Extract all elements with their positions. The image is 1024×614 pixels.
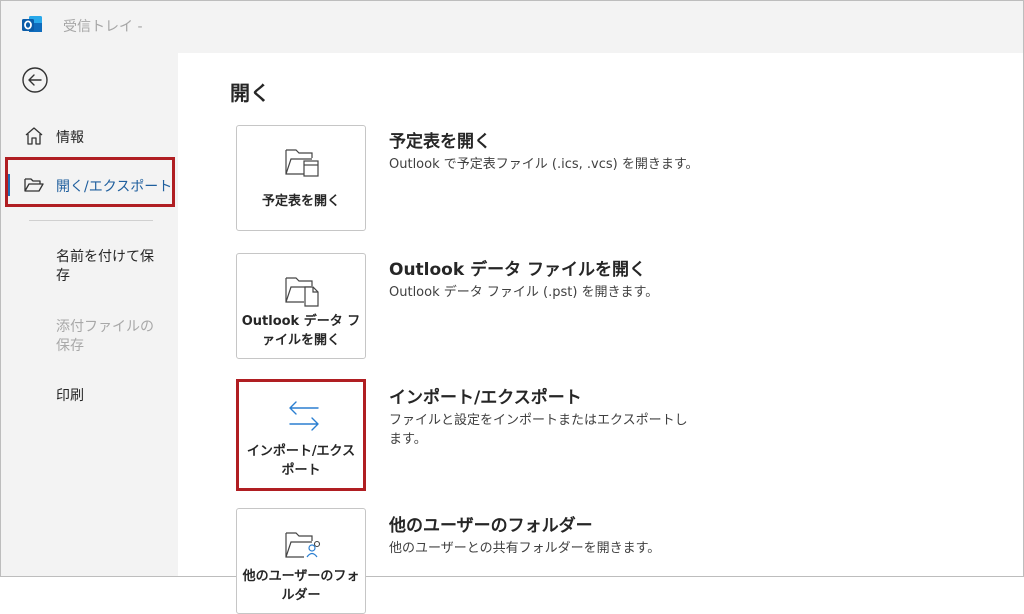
backstage-sidebar: 情報 開く/エクスポート 名前を付けて保存 添付ファイルの保存 印刷	[1, 53, 178, 576]
option-title: Outlook データ ファイルを開く	[389, 260, 647, 280]
tile-label: 他のユーザーのフォルダー	[242, 569, 360, 603]
tile-label: 予定表を開く	[261, 194, 340, 209]
option-description: 他のユーザーとの共有フォルダーを開きます。	[389, 541, 661, 556]
tile-label: Outlook データ ファイルを開く	[241, 314, 361, 348]
sidebar-item-print[interactable]: 印刷	[56, 387, 166, 406]
other-user-folder-tile[interactable]: 他のユーザーのフォルダー	[236, 508, 366, 614]
sidebar-item-save-attachments: 添付ファイルの保存	[56, 319, 154, 354]
page-title: 開く	[230, 81, 270, 105]
open-data-file-tile[interactable]: Outlook データ ファイルを開く	[236, 253, 366, 359]
sidebar-item-label: 情報	[56, 130, 84, 146]
option-title: 予定表を開く	[389, 132, 491, 152]
tile-label: インポート/エクスポート	[246, 444, 356, 478]
sidebar-item-save-as[interactable]: 名前を付けて保存	[56, 248, 166, 286]
window-title: 受信トレイ -	[63, 19, 143, 35]
home-icon	[25, 127, 43, 145]
import-export-arrows-icon	[289, 401, 319, 431]
open-calendar-tile[interactable]: 予定表を開く	[236, 125, 366, 231]
option-title: 他のユーザーのフォルダー	[389, 516, 593, 536]
sidebar-item-info[interactable]: 情報	[1, 118, 178, 154]
sidebar-divider	[29, 220, 153, 221]
outlook-icon	[22, 16, 42, 32]
option-title: インポート/エクスポート	[389, 388, 582, 408]
import-export-tile[interactable]: インポート/エクスポート	[236, 379, 366, 491]
calendar-folder-icon	[285, 149, 319, 177]
title-bar: 受信トレイ -	[1, 1, 1023, 53]
option-description: Outlook データ ファイル (.pst) を開きます。	[389, 285, 659, 300]
data-file-folder-icon	[285, 277, 319, 307]
highlight-box-nav	[5, 157, 175, 207]
back-arrow-icon[interactable]	[21, 66, 49, 94]
main-panel: 開く 予定表を開く 予定表を開く Outlook で予定表ファイル (.ics,…	[178, 53, 1023, 614]
option-description: ファイルと設定をインポートまたはエクスポートします。	[389, 413, 688, 447]
shared-folder-icon	[285, 532, 321, 558]
option-description: Outlook で予定表ファイル (.ics, .vcs) を開きます。	[389, 157, 699, 172]
